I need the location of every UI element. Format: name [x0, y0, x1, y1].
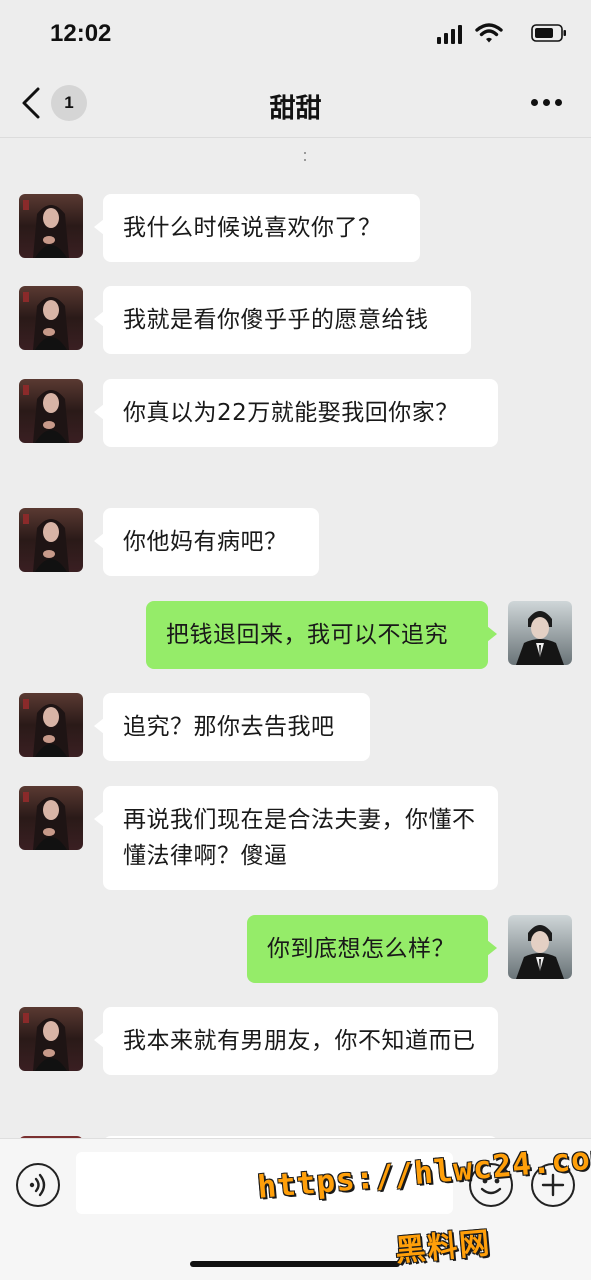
- voice-icon[interactable]: [16, 1163, 60, 1207]
- message-bubble-incoming[interactable]: 你他妈有病吧？: [94, 508, 319, 576]
- contact-avatar[interactable]: [19, 286, 83, 350]
- chat-header: 1 甜甜: [0, 68, 591, 138]
- contact-avatar[interactable]: [19, 508, 83, 572]
- message-bubble-outgoing[interactable]: 你到底想怎么样？: [247, 915, 497, 983]
- contact-avatar[interactable]: [19, 786, 83, 850]
- status-bar: 12:02: [0, 0, 591, 68]
- message-bubble-incoming[interactable]: 我本来就有男朋友，你不知道而已: [94, 1007, 498, 1075]
- user-avatar[interactable]: [508, 915, 572, 979]
- message-bubble-incoming[interactable]: 我就是看你傻乎乎的愿意给钱: [94, 286, 471, 354]
- message-list[interactable]: 我什么时候说喜欢你了？ 我就是看你傻乎乎的愿意给钱 你真以为22万就能娶我回你家…: [0, 138, 591, 1138]
- status-time: 12:02: [50, 20, 112, 47]
- home-indicator[interactable]: [190, 1261, 400, 1267]
- signal-icon: [437, 24, 463, 44]
- contact-avatar[interactable]: [19, 379, 83, 443]
- wifi-icon: [475, 23, 503, 43]
- user-avatar[interactable]: [508, 601, 572, 665]
- battery-icon: [531, 24, 566, 42]
- message-bubble-incoming[interactable]: 追究？那你去告我吧: [94, 693, 370, 761]
- more-dots-icon[interactable]: [531, 98, 563, 108]
- contact-avatar[interactable]: [19, 194, 83, 258]
- contact-avatar[interactable]: [19, 1007, 83, 1071]
- chat-title: 甜甜: [269, 94, 322, 124]
- message-bubble-incoming[interactable]: 你真以为22万就能娶我回你家？: [94, 379, 498, 447]
- watermark-name: 黑料网: [393, 1225, 493, 1270]
- contact-avatar[interactable]: [19, 693, 83, 757]
- message-bubble-incoming[interactable]: 再说我们现在是合法夫妻，你懂不懂法律啊？傻逼: [94, 786, 498, 890]
- message-bubble-outgoing[interactable]: 把钱退回来，我可以不追究: [146, 601, 497, 669]
- message-bubble-incoming[interactable]: 我什么时候说喜欢你了？: [94, 194, 420, 262]
